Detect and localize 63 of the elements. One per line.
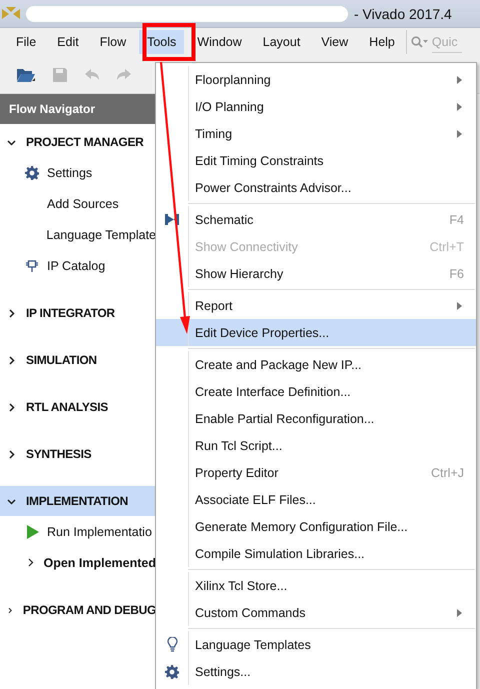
menu-option[interactable]: Property Editor Ctrl+J xyxy=(156,459,476,486)
shortcut-label: F6 xyxy=(449,266,464,280)
search-icon xyxy=(410,36,429,48)
menu-option[interactable]: I/O Planning xyxy=(156,93,476,120)
shortcut-label: Ctrl+J xyxy=(431,466,464,480)
menu-option[interactable]: Xilinx Tcl Store... xyxy=(156,572,476,599)
search-field[interactable]: Quic xyxy=(432,32,462,52)
menu-option[interactable]: Edit Timing Constraints xyxy=(156,147,476,174)
section-header[interactable]: SYNTHESIS xyxy=(0,439,156,469)
menu-option[interactable]: Custom Commands xyxy=(156,599,476,626)
section-header[interactable]: IMPLEMENTATION xyxy=(0,486,156,516)
menu-option[interactable]: Settings... xyxy=(156,658,476,685)
chevron-icon xyxy=(7,450,16,458)
chevron-icon xyxy=(7,496,16,506)
menu-option[interactable]: Compile Simulation Libraries... xyxy=(156,540,476,567)
shortcut-label: Ctrl+T xyxy=(430,240,464,254)
menu-option[interactable]: Generate Memory Configuration File... xyxy=(156,513,476,540)
menu-item[interactable]: Layout xyxy=(254,30,308,54)
chevron-icon xyxy=(7,606,13,614)
shortcut-label: F4 xyxy=(449,212,464,226)
nav-item[interactable]: Add Sources xyxy=(47,196,119,210)
section-header[interactable]: IP INTEGRATOR xyxy=(0,298,156,328)
section-header[interactable]: PROJECT MANAGER xyxy=(0,127,156,157)
chevron-icon xyxy=(7,402,16,412)
logo-icon xyxy=(2,6,20,20)
menu-option[interactable]: Create and Package New IP... xyxy=(156,351,476,378)
menu-option[interactable]: Power Constraints Advisor... xyxy=(156,174,476,201)
menu-option[interactable]: Enable Partial Reconfiguration... xyxy=(156,405,476,432)
menu-item[interactable]: File xyxy=(8,30,44,54)
menu-option[interactable]: Timing xyxy=(156,120,476,147)
nav-item[interactable]: Run Implementatio xyxy=(47,524,152,538)
panel-header: Flow Navigator xyxy=(0,94,156,124)
menu-option[interactable]: Schematic F4 xyxy=(156,206,476,233)
annotation-box xyxy=(142,23,196,61)
menu-option[interactable]: Create Interface Definition... xyxy=(156,378,476,405)
gear-icon xyxy=(25,166,39,180)
play-icon xyxy=(27,524,39,538)
menu-item[interactable]: Tools xyxy=(139,30,184,54)
menu-option[interactable]: Language Templates xyxy=(156,631,476,658)
menu-item[interactable]: View xyxy=(313,30,356,54)
window-title: - Vivado 2017.4 xyxy=(354,6,452,22)
menu-item[interactable]: Help xyxy=(361,30,403,54)
menu-item[interactable]: Window xyxy=(189,30,250,54)
menu-option[interactable]: Associate ELF Files... xyxy=(156,486,476,513)
menu-option[interactable]: Run Tcl Script... xyxy=(156,432,476,459)
section-header[interactable]: PROGRAM AND DEBUG xyxy=(0,595,156,625)
chevron-icon xyxy=(7,138,16,146)
menu-item[interactable]: Flow xyxy=(92,30,134,54)
menu-item[interactable]: Edit xyxy=(49,30,87,54)
settings-icon xyxy=(165,664,179,678)
nav-item[interactable]: Language Template xyxy=(46,228,156,242)
section-header[interactable]: RTL ANALYSIS xyxy=(0,392,156,422)
section-header[interactable]: SIMULATION xyxy=(0,345,156,375)
nav-item[interactable]: Settings xyxy=(47,166,92,180)
ip-block-icon xyxy=(25,258,39,272)
lightbulb-icon xyxy=(166,637,178,652)
chevron-icon xyxy=(7,308,16,318)
chevron-icon xyxy=(7,356,16,364)
nav-item[interactable]: IP Catalog xyxy=(47,258,106,272)
menu-option[interactable]: Edit Device Properties... xyxy=(156,319,476,346)
menu-option[interactable]: Show Hierarchy F6 xyxy=(156,260,476,287)
schematic-icon xyxy=(165,213,179,226)
nav-item[interactable]: Open Implemented xyxy=(43,556,156,570)
